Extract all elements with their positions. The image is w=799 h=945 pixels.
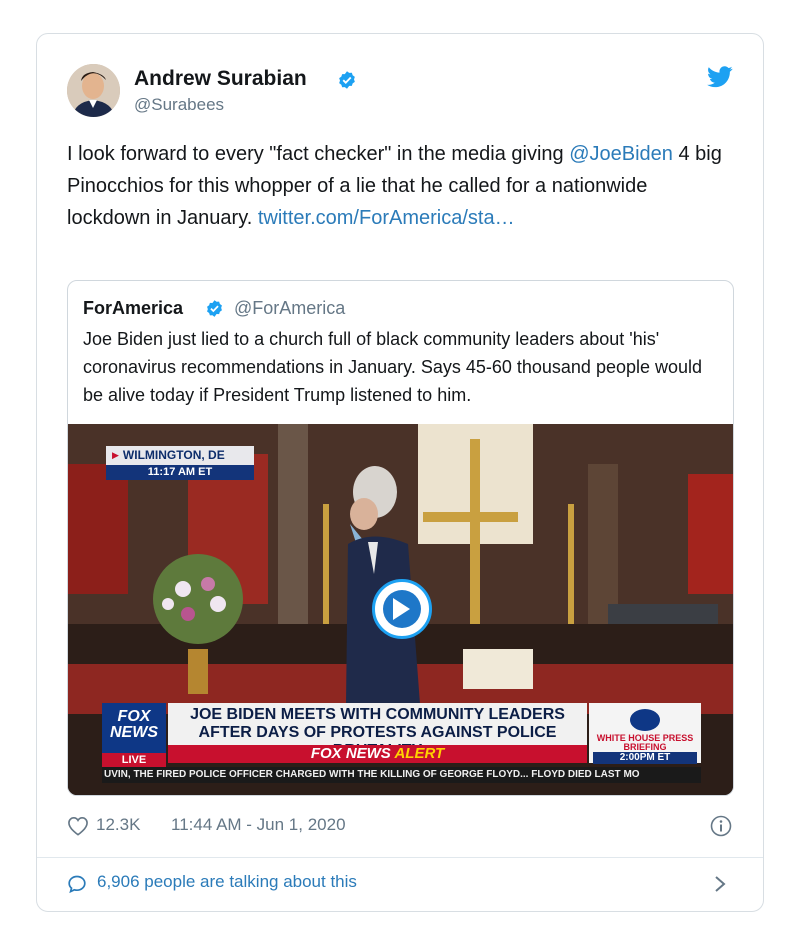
tweet-timestamp[interactable]: 11:44 AM - Jun 1, 2020 xyxy=(171,815,346,835)
chevron-right-icon[interactable] xyxy=(713,874,727,894)
quoted-tweet-text: Joe Biden just lied to a church full of … xyxy=(83,329,703,405)
quoted-tweet-url-link[interactable]: twitter.com/ForAmerica/sta… xyxy=(258,207,515,229)
author-name[interactable]: Andrew Surabian xyxy=(134,67,307,91)
white-house-seal-icon xyxy=(630,709,660,731)
news-ticker: UVIN, THE FIRED POLICE OFFICER CHARGED W… xyxy=(102,767,701,783)
white-house-time: 2:00PM ET xyxy=(593,752,697,764)
verified-badge-icon xyxy=(339,71,355,89)
video-player[interactable]: WILMINGTON, DE 11:17 AM ET FOX NEWS LIVE… xyxy=(68,424,733,795)
author-handle[interactable]: @Surabees xyxy=(134,95,224,115)
info-icon[interactable] xyxy=(710,815,732,837)
chyron-headline-line-1: JOE BIDEN MEETS WITH COMMUNITY LEADERS xyxy=(190,706,565,723)
tweet-text: I look forward to every "fact checker" i… xyxy=(67,138,727,234)
alert-brand: FOX NEWS xyxy=(310,745,391,762)
location-time: 11:17 AM ET xyxy=(106,465,254,480)
mention-link[interactable]: @JoeBiden xyxy=(569,143,673,165)
like-count[interactable]: 12.3K xyxy=(96,815,140,835)
alert-bar: FOX NEWS ALERT xyxy=(168,745,587,763)
live-badge: LIVE xyxy=(102,753,166,767)
speech-bubble-icon xyxy=(68,875,86,894)
quoted-author-name[interactable]: ForAmerica xyxy=(83,298,183,319)
location-label: WILMINGTON, DE xyxy=(106,446,254,465)
white-house-box: WHITE HOUSE PRESS BRIEFING 2:00PM ET xyxy=(589,703,701,764)
quoted-tweet[interactable]: ForAmerica @ForAmerica Joe Biden just li… xyxy=(67,280,734,796)
divider xyxy=(37,857,763,858)
location-badge: WILMINGTON, DE 11:17 AM ET xyxy=(106,446,254,480)
tweet-text-before: I look forward to every "fact checker" i… xyxy=(67,143,570,165)
conversation-label[interactable]: 6,906 people are talking about this xyxy=(97,872,357,892)
play-icon[interactable] xyxy=(393,598,410,620)
chyron-headline: JOE BIDEN MEETS WITH COMMUNITY LEADERS A… xyxy=(168,703,587,759)
heart-icon[interactable] xyxy=(67,816,89,836)
news-chyron: FOX NEWS LIVE JOE BIDEN MEETS WITH COMMU… xyxy=(102,703,701,767)
twitter-bird-icon[interactable] xyxy=(707,66,733,88)
quoted-verified-badge-icon xyxy=(207,300,222,317)
tweet-card: Andrew Surabian @Surabees I look forward… xyxy=(36,33,764,912)
quoted-author-handle[interactable]: @ForAmerica xyxy=(234,298,345,319)
white-house-title: WHITE HOUSE PRESS BRIEFING xyxy=(596,733,694,752)
alert-word: ALERT xyxy=(394,745,445,762)
author-avatar[interactable] xyxy=(67,64,120,117)
